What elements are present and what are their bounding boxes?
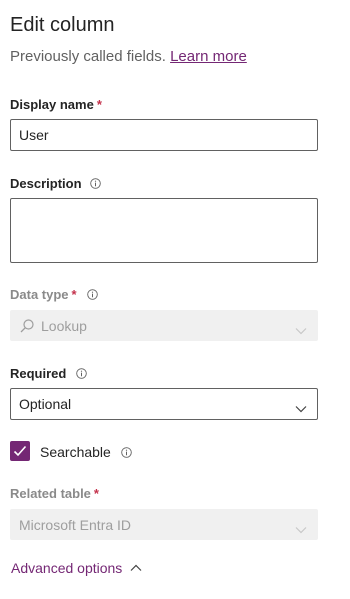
chevron-down-icon [295,400,307,413]
advanced-options-toggle[interactable]: Advanced options [11,560,142,576]
required-mark: * [93,486,99,501]
chevron-down-icon [295,521,307,533]
data-type-dropdown: Lookup [10,310,318,341]
display-name-label: Display name * [10,97,102,112]
checkmark-icon [13,445,27,457]
panel-subtitle: Previously called fields. Learn more [10,48,247,65]
required-value: Optional [19,396,72,412]
info-icon[interactable] [86,289,98,300]
search-icon [19,318,35,334]
related-table-dropdown: Microsoft Entra ID [10,509,318,540]
description-textarea[interactable] [10,198,318,263]
searchable-label: Searchable [40,444,132,460]
description-label: Description [10,176,101,191]
related-table-value: Microsoft Entra ID [19,516,132,533]
required-mark: * [96,97,102,112]
display-name-input[interactable]: User [10,119,318,151]
display-name-value: User [19,127,49,143]
related-table-label: Related table * [10,486,99,501]
data-type-value: Lookup [41,317,87,334]
chevron-down-icon [295,322,307,334]
subtitle-text: Previously called fields. [10,48,166,65]
description-label-text: Description [10,176,82,191]
info-icon[interactable] [121,446,132,458]
learn-more-link[interactable]: Learn more [170,48,247,65]
info-icon[interactable] [89,178,101,189]
searchable-label-text: Searchable [40,444,111,460]
data-type-label-text: Data type [10,287,69,302]
advanced-options-label: Advanced options [11,560,123,576]
required-dropdown[interactable]: Optional [10,388,318,420]
panel-title: Edit column [10,14,115,36]
required-label: Required [10,366,88,381]
searchable-checkbox[interactable] [10,441,30,461]
related-table-label-text: Related table [10,486,91,501]
required-mark: * [71,287,77,302]
data-type-label: Data type * [10,287,98,302]
required-label-text: Required [10,366,67,381]
display-name-label-text: Display name [10,97,94,112]
info-icon[interactable] [76,368,88,379]
chevron-up-icon [130,564,142,572]
